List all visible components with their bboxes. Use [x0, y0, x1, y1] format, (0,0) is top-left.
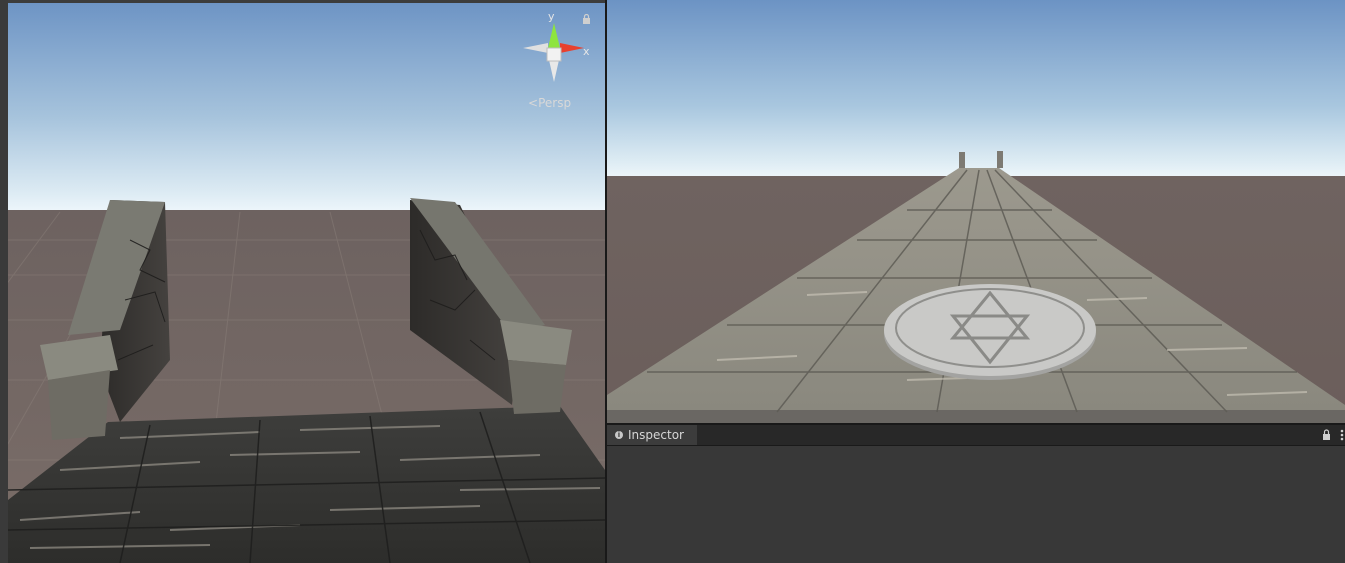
gizmo-neg-x-axis[interactable] [523, 43, 548, 53]
inspector-panel[interactable]: i Inspector [607, 425, 1345, 563]
scene-viewport-render[interactable] [0, 0, 605, 563]
gizmo-y-label: y [548, 10, 555, 23]
scene-view[interactable]: y x <Persp [0, 0, 605, 563]
tab-inspector-label: Inspector [628, 428, 684, 442]
projection-label: Persp [538, 96, 572, 110]
game-view[interactable] [607, 0, 1345, 423]
gizmo-x-axis[interactable] [560, 43, 584, 53]
lock-icon[interactable] [582, 14, 591, 24]
scene-top-border [0, 0, 605, 3]
info-icon: i [615, 431, 623, 439]
gizmo-y-axis[interactable] [548, 23, 560, 48]
persp-chevron-icon: < [528, 96, 539, 110]
far-pillar-right [997, 151, 1003, 168]
inspector-tab-bar: i Inspector [607, 425, 1345, 446]
gizmo-x-label: x [583, 45, 590, 58]
far-pillar-left [959, 152, 965, 168]
scene-left-border [0, 0, 8, 563]
projection-toggle[interactable]: <Persp [528, 96, 571, 110]
kebab-menu-icon[interactable] [1340, 429, 1344, 441]
gizmo-neg-y-axis[interactable] [549, 60, 559, 82]
tab-inspector[interactable]: i Inspector [607, 425, 697, 445]
gizmo-center-cube[interactable] [546, 47, 562, 62]
game-viewport-render [607, 0, 1345, 423]
lock-icon[interactable] [1322, 429, 1331, 440]
hexagram-emblem [884, 284, 1096, 380]
